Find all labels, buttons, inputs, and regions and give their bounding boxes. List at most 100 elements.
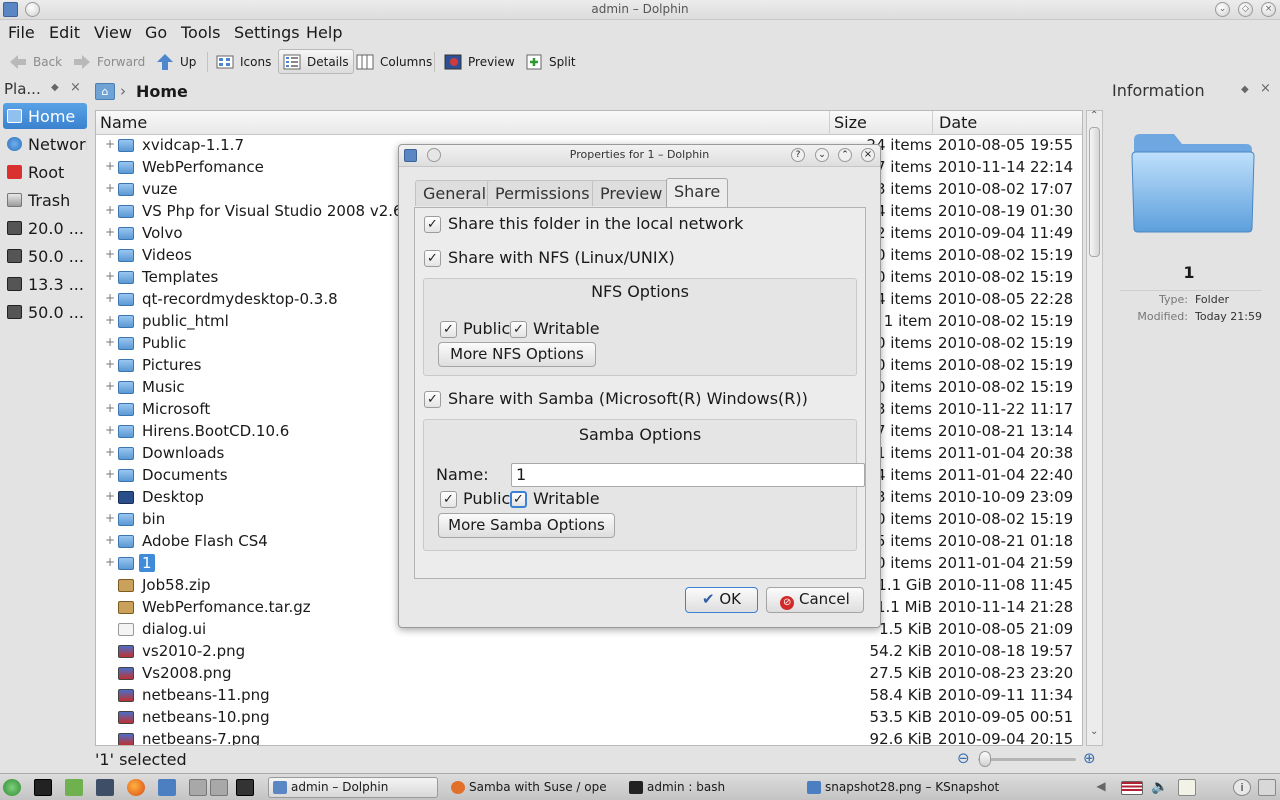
- split-button[interactable]: Split: [520, 49, 581, 74]
- task-terminal[interactable]: admin : bash: [624, 777, 794, 798]
- places-item-network[interactable]: Network: [3, 131, 87, 157]
- column-header-name[interactable]: Name: [100, 113, 147, 132]
- expand-icon[interactable]: +: [105, 423, 115, 437]
- view-details-button[interactable]: Details: [278, 49, 354, 74]
- breadcrumb-current[interactable]: Home: [136, 82, 188, 101]
- expand-icon[interactable]: +: [105, 159, 115, 173]
- help-icon[interactable]: ?: [791, 148, 805, 162]
- menu-view[interactable]: View: [94, 23, 132, 42]
- samba-writable-label[interactable]: Writable: [533, 489, 600, 508]
- expand-icon[interactable]: +: [105, 225, 115, 239]
- table-row[interactable]: netbeans-11.png 58.4 KiB 2010-09-11 11:34: [96, 685, 1082, 707]
- table-row[interactable]: netbeans-7.png 92.6 KiB 2010-09-04 20:15: [96, 729, 1082, 745]
- nfs-writable-checkbox[interactable]: ✓: [510, 321, 527, 338]
- clipboard-icon[interactable]: [1178, 779, 1196, 796]
- minimize-button[interactable]: ⌄: [1215, 2, 1230, 17]
- places-item-home[interactable]: Home: [3, 103, 87, 129]
- ok-button[interactable]: ✔ OK: [685, 587, 758, 613]
- samba-public-label[interactable]: Public: [463, 489, 510, 508]
- menu-help[interactable]: Help: [306, 23, 342, 42]
- share-local-checkbox[interactable]: ✓: [424, 216, 441, 233]
- zoom-slider-handle[interactable]: [979, 751, 991, 767]
- volume-icon[interactable]: 🔈: [1151, 779, 1169, 796]
- places-item-drive[interactable]: 50.0 ...: [3, 299, 87, 325]
- menu-go[interactable]: Go: [145, 23, 167, 42]
- share-samba-checkbox[interactable]: ✓: [424, 391, 441, 408]
- expand-icon[interactable]: +: [105, 555, 115, 569]
- expand-icon[interactable]: +: [105, 357, 115, 371]
- menu-edit[interactable]: Edit: [49, 23, 80, 42]
- view-icons-button[interactable]: Icons: [211, 49, 276, 74]
- expand-icon[interactable]: +: [105, 247, 115, 261]
- expand-icon[interactable]: +: [105, 401, 115, 415]
- back-button[interactable]: Back: [4, 49, 67, 74]
- expand-icon[interactable]: +: [105, 181, 115, 195]
- zoom-slider[interactable]: [978, 758, 1076, 761]
- view-columns-button[interactable]: Columns: [351, 49, 437, 74]
- maximize-button[interactable]: ◇: [1238, 2, 1253, 17]
- table-row[interactable]: netbeans-10.png 53.5 KiB 2010-09-05 00:51: [96, 707, 1082, 729]
- column-header-date[interactable]: Date: [939, 113, 977, 132]
- forward-button[interactable]: Forward: [68, 49, 150, 74]
- expand-icon[interactable]: +: [105, 335, 115, 349]
- nfs-public-label[interactable]: Public: [463, 319, 510, 338]
- share-nfs-label[interactable]: Share with NFS (Linux/UNIX): [448, 248, 675, 267]
- system-monitor-icon[interactable]: [236, 779, 254, 796]
- tab-general[interactable]: General: [415, 180, 495, 206]
- expand-icon[interactable]: +: [105, 489, 115, 503]
- table-row[interactable]: Vs2008.png 27.5 KiB 2010-08-23 23:20: [96, 663, 1082, 685]
- samba-public-checkbox[interactable]: ✓: [440, 491, 457, 508]
- column-header-size[interactable]: Size: [834, 113, 867, 132]
- firefox-icon[interactable]: [127, 779, 145, 796]
- samba-name-input[interactable]: 1: [511, 463, 865, 487]
- scroll-up-icon[interactable]: ⌃: [1090, 110, 1098, 121]
- nfs-writable-label[interactable]: Writable: [533, 319, 600, 338]
- notifications-icon[interactable]: i: [1233, 779, 1251, 796]
- expand-icon[interactable]: +: [105, 467, 115, 481]
- share-samba-label[interactable]: Share with Samba (Microsoft(R) Windows(R…: [448, 389, 808, 408]
- start-menu-icon[interactable]: [3, 779, 21, 796]
- more-nfs-options-button[interactable]: More NFS Options: [438, 342, 596, 367]
- panel-close-icon[interactable]: ×: [1260, 81, 1271, 96]
- places-item-drive[interactable]: 50.0 ...: [3, 243, 87, 269]
- table-row[interactable]: vs2010-2.png 54.2 KiB 2010-08-18 19:57: [96, 641, 1082, 663]
- expand-icon[interactable]: +: [105, 269, 115, 283]
- menu-tools[interactable]: Tools: [181, 23, 220, 42]
- home-folder-icon[interactable]: [65, 779, 83, 796]
- maximize-icon[interactable]: ⌃: [838, 148, 852, 162]
- desktop-pager-icon[interactable]: [210, 779, 228, 796]
- system-settings-icon[interactable]: [96, 779, 114, 796]
- column-divider[interactable]: [932, 111, 933, 135]
- menu-settings[interactable]: Settings: [234, 23, 300, 42]
- keyboard-layout-flag-icon[interactable]: [1121, 781, 1143, 795]
- task-dolphin[interactable]: admin – Dolphin: [268, 777, 438, 798]
- close-icon[interactable]: ×: [861, 148, 875, 162]
- menu-file[interactable]: File: [8, 23, 35, 42]
- panel-toolbox-icon[interactable]: [1258, 779, 1276, 796]
- more-samba-options-button[interactable]: More Samba Options: [438, 513, 615, 538]
- desktop-pager-icon[interactable]: [189, 779, 207, 796]
- scrollbar-thumb[interactable]: [1089, 127, 1100, 257]
- nfs-public-checkbox[interactable]: ✓: [440, 321, 457, 338]
- expand-icon[interactable]: +: [105, 291, 115, 305]
- scroll-down-icon[interactable]: ⌄: [1090, 726, 1098, 737]
- preview-button[interactable]: Preview: [439, 49, 520, 74]
- up-button[interactable]: Up: [151, 49, 201, 74]
- expand-icon[interactable]: +: [105, 379, 115, 393]
- panel-float-icon[interactable]: ◆: [1241, 84, 1249, 95]
- task-browser[interactable]: Samba with Suse / ope: [446, 777, 616, 798]
- minimize-icon[interactable]: ⌄: [815, 148, 829, 162]
- places-item-drive[interactable]: 13.3 ...: [3, 271, 87, 297]
- expand-icon[interactable]: +: [105, 533, 115, 547]
- expand-icon[interactable]: +: [105, 203, 115, 217]
- expand-icon[interactable]: +: [105, 445, 115, 459]
- samba-writable-checkbox[interactable]: ✓: [510, 491, 527, 508]
- close-button[interactable]: ×: [1261, 2, 1276, 17]
- zoom-out-icon[interactable]: ⊖: [957, 749, 970, 767]
- places-item-trash[interactable]: Trash: [3, 187, 87, 213]
- panel-close-icon[interactable]: ×: [70, 80, 81, 95]
- file-list-scrollbar[interactable]: ⌃ ⌄: [1086, 110, 1103, 746]
- expand-icon[interactable]: +: [105, 137, 115, 151]
- expand-icon[interactable]: +: [105, 511, 115, 525]
- share-local-label[interactable]: Share this folder in the local network: [448, 214, 743, 233]
